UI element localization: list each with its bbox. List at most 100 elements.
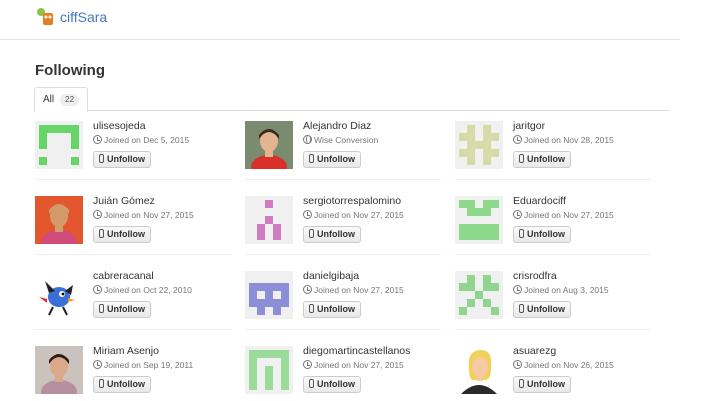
user-avatar[interactable]: [35, 121, 83, 169]
unfollow-label: Unfollow: [527, 154, 565, 164]
clock-icon: [303, 285, 312, 294]
unfollow-button[interactable]: Unfollow: [303, 301, 361, 318]
unfollow-button[interactable]: Unfollow: [93, 151, 151, 168]
user-meta: Joined on Nov 27, 2015: [93, 210, 194, 220]
username-link[interactable]: Miriam Asenjo: [93, 345, 159, 357]
page-title: Following: [35, 62, 105, 79]
user-card: Eduardociff Joined on Nov 27, 2015 Unfol…: [455, 193, 655, 257]
unfollow-icon: [309, 229, 314, 238]
user-meta: Joined on Nov 27, 2015: [513, 210, 614, 220]
unfollow-button[interactable]: Unfollow: [513, 376, 571, 393]
tab-bar: All 22: [34, 87, 670, 112]
user-card: Alejandro Diaz Wise Conversion Unfollow: [245, 118, 445, 182]
unfollow-button[interactable]: Unfollow: [303, 226, 361, 243]
divider: [455, 329, 651, 330]
user-meta-text: Joined on Nov 27, 2015: [314, 360, 404, 370]
unfollow-icon: [519, 379, 524, 388]
globe-icon: [303, 135, 312, 144]
clock-icon: [93, 135, 102, 144]
unfollow-button[interactable]: Unfollow: [93, 301, 151, 318]
user-card: cabreracanal Joined on Oct 22, 2010 Unfo…: [35, 268, 235, 332]
unfollow-icon: [309, 379, 314, 388]
user-meta: Joined on Nov 27, 2015: [303, 285, 404, 295]
unfollow-label: Unfollow: [317, 229, 355, 239]
unfollow-button[interactable]: Unfollow: [513, 151, 571, 168]
user-card: Juián Gómez Joined on Nov 27, 2015 Unfol…: [35, 193, 235, 257]
user-card: asuarezg Joined on Nov 26, 2015 Unfollow: [455, 343, 655, 401]
unfollow-button[interactable]: Unfollow: [93, 376, 151, 393]
brand-link[interactable]: ciffSara: [60, 9, 107, 25]
unfollow-label: Unfollow: [107, 154, 145, 164]
unfollow-button[interactable]: Unfollow: [513, 301, 571, 318]
user-avatar[interactable]: [35, 346, 83, 394]
unfollow-icon: [99, 154, 104, 163]
user-card: ulisesojeda Joined on Dec 5, 2015 Unfoll…: [35, 118, 235, 182]
user-meta: Joined on Nov 26, 2015: [513, 360, 614, 370]
user-avatar[interactable]: [35, 271, 83, 319]
user-card: Miriam Asenjo Joined on Sep 19, 2011 Unf…: [35, 343, 235, 401]
unfollow-button[interactable]: Unfollow: [513, 226, 571, 243]
divider: [245, 329, 441, 330]
username-link[interactable]: asuarezg: [513, 345, 556, 357]
tab-all-label: All: [43, 94, 55, 105]
clock-icon: [303, 360, 312, 369]
top-header: ciffSara: [0, 0, 680, 40]
user-avatar[interactable]: [455, 271, 503, 319]
user-meta: Joined on Sep 19, 2011: [93, 360, 193, 370]
user-meta-text: Joined on Oct 22, 2010: [104, 285, 192, 295]
username-link[interactable]: sergiotorrespalomino: [303, 195, 401, 207]
unfollow-button[interactable]: Unfollow: [93, 226, 151, 243]
unfollow-icon: [519, 304, 524, 313]
unfollow-label: Unfollow: [107, 304, 145, 314]
user-meta-text: Joined on Sep 19, 2011: [104, 360, 194, 370]
user-card: crisrodfra Joined on Aug 3, 2015 Unfollo…: [455, 268, 655, 332]
unfollow-label: Unfollow: [107, 229, 145, 239]
username-link[interactable]: ulisesojeda: [93, 120, 146, 132]
user-card: sergiotorrespalomino Joined on Nov 27, 2…: [245, 193, 445, 257]
clock-icon: [93, 360, 102, 369]
clock-icon: [513, 210, 522, 219]
divider: [455, 254, 651, 255]
user-meta: Joined on Nov 27, 2015: [303, 210, 404, 220]
unfollow-button[interactable]: Unfollow: [303, 151, 361, 168]
unfollow-icon: [309, 304, 314, 313]
app-logo-icon[interactable]: [36, 7, 56, 27]
clock-icon: [93, 210, 102, 219]
user-meta: Wise Conversion: [303, 135, 378, 145]
user-meta-text: Joined on Dec 5, 2015: [104, 135, 190, 145]
user-meta: Joined on Aug 3, 2015: [513, 285, 609, 295]
user-meta-text: Joined on Nov 27, 2015: [314, 210, 404, 220]
user-avatar[interactable]: [455, 121, 503, 169]
user-avatar[interactable]: [35, 196, 83, 244]
username-link[interactable]: cabreracanal: [93, 270, 154, 282]
username-link[interactable]: Juián Gómez: [93, 195, 155, 207]
unfollow-label: Unfollow: [107, 379, 145, 389]
user-avatar[interactable]: [245, 346, 293, 394]
username-link[interactable]: diegomartincastellanos: [303, 345, 410, 357]
user-meta: Joined on Dec 5, 2015: [93, 135, 189, 145]
user-meta: Joined on Nov 28, 2015: [513, 135, 614, 145]
user-meta-text: Wise Conversion: [314, 135, 379, 145]
user-avatar[interactable]: [245, 196, 293, 244]
user-meta-text: Joined on Nov 27, 2015: [104, 210, 194, 220]
user-avatar[interactable]: [245, 271, 293, 319]
user-avatar[interactable]: [245, 121, 293, 169]
clock-icon: [303, 210, 312, 219]
user-card: jaritgor Joined on Nov 28, 2015 Unfollow: [455, 118, 655, 182]
unfollow-label: Unfollow: [527, 229, 565, 239]
username-link[interactable]: danielgibaja: [303, 270, 359, 282]
unfollow-icon: [99, 229, 104, 238]
username-link[interactable]: Eduardociff: [513, 195, 566, 207]
username-link[interactable]: Alejandro Diaz: [303, 120, 371, 132]
username-link[interactable]: crisrodfra: [513, 270, 557, 282]
clock-icon: [513, 135, 522, 144]
clock-icon: [513, 285, 522, 294]
username-link[interactable]: jaritgor: [513, 120, 545, 132]
unfollow-button[interactable]: Unfollow: [303, 376, 361, 393]
unfollow-icon: [519, 229, 524, 238]
user-card: danielgibaja Joined on Nov 27, 2015 Unfo…: [245, 268, 445, 332]
user-avatar[interactable]: [455, 346, 503, 394]
user-meta-text: Joined on Nov 27, 2015: [524, 210, 614, 220]
user-avatar[interactable]: [455, 196, 503, 244]
tab-all[interactable]: All 22: [34, 87, 89, 112]
